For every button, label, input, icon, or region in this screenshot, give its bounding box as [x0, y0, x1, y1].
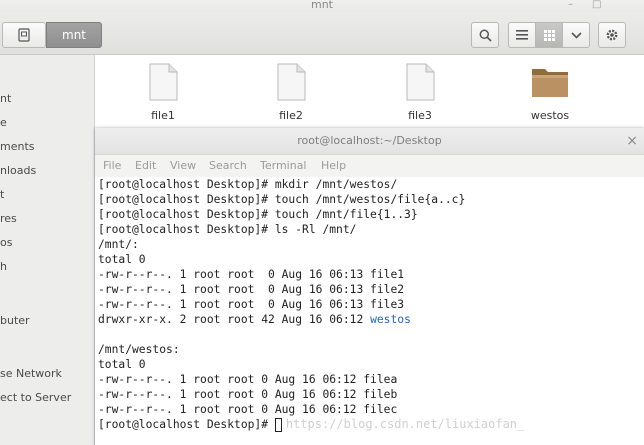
sidebar-item[interactable]: res [0, 212, 17, 225]
file-manager-toolbar: mnt [0, 12, 644, 55]
sidebar-item[interactable]: e [0, 116, 7, 129]
terminal-line: [root@localhost Desktop]# touch /mnt/fil… [98, 208, 418, 221]
terminal-line: [root@localhost Desktop]# ls -Rl /mnt/ [98, 223, 357, 236]
list-icon [516, 30, 528, 40]
sidebar-item[interactable]: t [0, 188, 4, 201]
menu-help[interactable]: Help [321, 159, 346, 172]
sidebar-item[interactable]: buter [0, 314, 30, 327]
terminal-line: -rw-r--r--. 1 root root 0 Aug 16 06:13 f… [98, 298, 405, 311]
terminal-titlebar[interactable]: root@localhost:~/Desktop × [95, 128, 644, 155]
file-item-file2[interactable]: file2 [246, 63, 336, 122]
terminal-menubar: File Edit View Search Terminal Help [95, 155, 644, 177]
menu-edit[interactable]: Edit [135, 159, 156, 172]
terminal-prompt-line[interactable]: [root@localhost Desktop]# https://blog.c… [98, 417, 644, 432]
search-icon [479, 29, 492, 42]
terminal-line-text: drwxr-xr-x. 2 root root 42 Aug 16 06:12 [98, 313, 371, 326]
terminal-line: -rw-r--r--. 1 root root 0 Aug 16 06:12 f… [98, 403, 398, 416]
text-cursor [274, 417, 282, 432]
sidebar-item[interactable]: ments [0, 140, 35, 153]
sidebar-item[interactable]: os [0, 236, 12, 249]
document-icon [149, 63, 178, 101]
sidebar-item[interactable]: ect to Server [0, 391, 71, 404]
sidebar-item[interactable]: h [0, 260, 7, 273]
document-icon [406, 63, 435, 101]
terminal-window[interactable]: root@localhost:~/Desktop × File Edit Vie… [95, 128, 644, 445]
sidebar-item[interactable]: se Network [0, 367, 62, 380]
menu-file[interactable]: File [103, 159, 121, 172]
close-icon[interactable]: × [626, 128, 638, 154]
terminal-line: [root@localhost Desktop]# mkdir /mnt/wes… [98, 178, 398, 191]
sidebar: nt e ments nloads t res os h buter se Network ect … [0, 55, 95, 445]
folder-icon [532, 69, 568, 97]
file-label: file2 [279, 109, 303, 122]
menu-search[interactable]: Search [209, 159, 247, 172]
sidebar-item[interactable]: nt [0, 92, 11, 105]
grid-view-button[interactable] [535, 22, 563, 48]
chevron-down-icon [570, 31, 582, 39]
grid-icon [543, 29, 555, 41]
terminal-line: /mnt/: [98, 238, 139, 251]
file-label: file3 [408, 109, 432, 122]
minimize-button[interactable]: – [568, 0, 573, 11]
terminal-line: -rw-r--r--. 1 root root 0 Aug 16 06:12 f… [98, 373, 398, 386]
file-label: westos [530, 109, 570, 122]
terminal-line: [root@localhost Desktop]# touch /mnt/wes… [98, 193, 466, 206]
terminal-line: -rw-r--r--. 1 root root 0 Aug 16 06:13 f… [98, 268, 405, 281]
terminal-prompt: [root@localhost Desktop]# [98, 418, 275, 431]
terminal-line: -rw-r--r--. 1 root root 0 Aug 16 06:12 f… [98, 388, 398, 401]
terminal-output[interactable]: [root@localhost Desktop]# mkdir /mnt/wes… [98, 177, 644, 445]
directory-name: westos [370, 313, 411, 326]
menu-terminal[interactable]: Terminal [260, 159, 307, 172]
terminal-line: total 0 [98, 358, 146, 371]
terminal-line: -rw-r--r--. 1 root root 0 Aug 16 06:13 f… [98, 283, 405, 296]
file-label: file1 [151, 109, 175, 122]
sidebar-item[interactable]: nloads [0, 164, 36, 177]
file-item-westos[interactable]: westos [505, 63, 595, 122]
list-view-button[interactable] [508, 22, 536, 48]
menu-view[interactable]: View [170, 159, 196, 172]
terminal-title: root@localhost:~/Desktop [297, 134, 442, 147]
search-button[interactable] [471, 22, 499, 48]
drive-icon [18, 28, 30, 42]
terminal-line: drwxr-xr-x. 2 root root 42 Aug 16 06:12 … [98, 312, 644, 327]
terminal-line: total 0 [98, 253, 146, 266]
terminal-line: /mnt/westos: [98, 343, 180, 356]
maximize-button[interactable]: □ [592, 0, 601, 11]
document-icon [277, 63, 306, 101]
path-mnt-button[interactable]: mnt [46, 22, 102, 48]
view-options-button[interactable] [562, 22, 590, 48]
gear-icon [606, 29, 618, 41]
file-item-file3[interactable]: file3 [375, 63, 465, 122]
file-item-file1[interactable]: file1 [118, 63, 208, 122]
window-title: mnt [311, 0, 333, 11]
watermark: https://blog.csdn.net/liuxiaofan_ [285, 417, 525, 431]
path-home-button[interactable] [2, 22, 46, 48]
settings-button[interactable] [598, 22, 626, 48]
